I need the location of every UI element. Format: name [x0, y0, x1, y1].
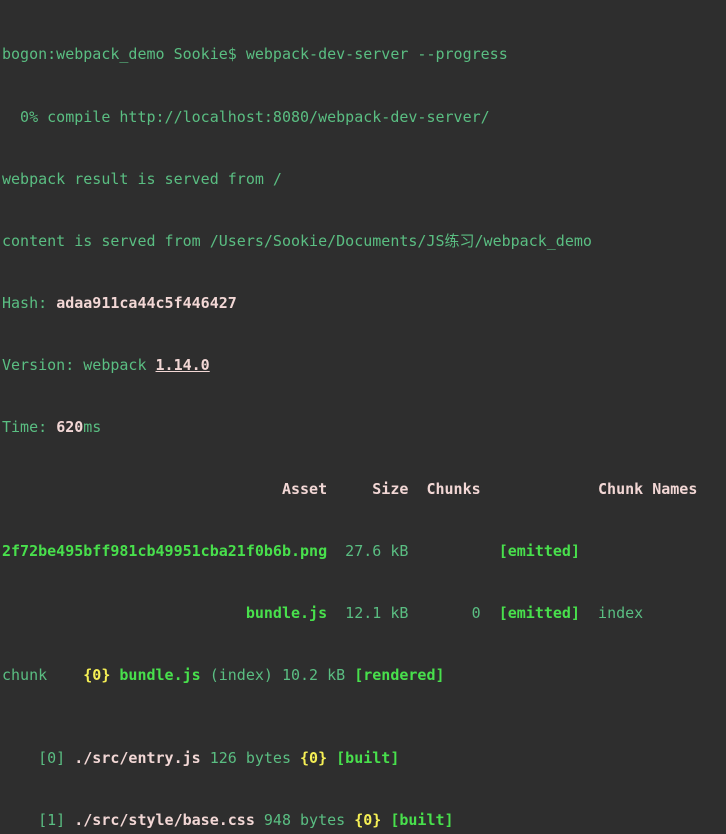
chunk-rendered-tag: [rendered]: [354, 666, 444, 684]
content-served-text: content is served from /Users/Sookie/Doc…: [2, 232, 592, 250]
chunk-bundle-name: bundle.js: [119, 666, 200, 684]
chunk-id-badge: {0}: [83, 666, 110, 684]
asset-bundle-chunk-name: index: [580, 604, 643, 622]
hash-value: adaa911ca44c5f446427: [56, 294, 237, 312]
time-line: Time: 620ms: [2, 417, 726, 438]
time-label: Time:: [2, 418, 56, 436]
asset-bundle-name: bundle.js: [246, 604, 327, 622]
module-row-0: [0] ./src/entry.js 126 bytes {0} [built]: [2, 748, 726, 769]
shell-prompt-line: bogon:webpack_demo Sookie$ webpack-dev-s…: [2, 44, 726, 65]
asset-png-emitted-tag: [emitted]: [499, 542, 580, 560]
asset-png-size: 27.6 kB: [327, 542, 499, 560]
terminal-screen[interactable]: bogon:webpack_demo Sookie$ webpack-dev-s…: [0, 0, 726, 417]
version-value: 1.14.0: [156, 356, 210, 374]
module-built-tag: [built]: [327, 749, 399, 767]
shell-command-text: bogon:webpack_demo Sookie$ webpack-dev-s…: [2, 45, 508, 63]
hash-label: Hash:: [2, 294, 56, 312]
module-path: ./src/style/base.css: [74, 811, 255, 829]
asset-bundle-size-chunk: 12.1 kB 0: [327, 604, 499, 622]
time-value: 620: [56, 418, 83, 436]
module-path: ./src/entry.js: [74, 749, 200, 767]
compile-progress-text: 0% compile http://localhost:8080/webpack…: [2, 108, 490, 126]
module-size: 948 bytes: [255, 811, 354, 829]
chunk-line: chunk {0} bundle.js (index) 10.2 kB [ren…: [2, 665, 726, 686]
module-row-1: [1] ./src/style/base.css 948 bytes {0} […: [2, 810, 726, 831]
asset-png-name: 2f72be495bff981cb49951cba21f0b6b.png: [2, 542, 327, 560]
module-built-tag: [built]: [381, 811, 453, 829]
module-size: 126 bytes: [201, 749, 300, 767]
module-index: [0]: [2, 749, 74, 767]
chunk-detail: (index) 10.2 kB: [201, 666, 355, 684]
chunk-space: [110, 666, 119, 684]
asset-bundle-emitted-tag: [emitted]: [499, 604, 580, 622]
result-served-line: webpack result is served from /: [2, 169, 726, 190]
assets-header-text: Asset Size Chunks Chunk Names: [2, 480, 697, 498]
asset-row-bundle: bundle.js 12.1 kB 0 [emitted] index: [2, 603, 726, 624]
asset-bundle-indent: [2, 604, 246, 622]
hash-line: Hash: adaa911ca44c5f446427: [2, 293, 726, 314]
assets-header-line: Asset Size Chunks Chunk Names: [2, 479, 726, 500]
content-served-line: content is served from /Users/Sookie/Doc…: [2, 231, 726, 252]
module-index: [1]: [2, 811, 74, 829]
chunk-label: chunk: [2, 666, 83, 684]
result-served-text: webpack result is served from /: [2, 170, 282, 188]
version-line: Version: webpack 1.14.0: [2, 355, 726, 376]
asset-row-png: 2f72be495bff981cb49951cba21f0b6b.png 27.…: [2, 541, 726, 562]
compile-progress-line: 0% compile http://localhost:8080/webpack…: [2, 107, 726, 128]
time-unit: ms: [83, 418, 101, 436]
version-label: Version: webpack: [2, 356, 156, 374]
module-chunk-badge: {0}: [354, 811, 381, 829]
module-chunk-badge: {0}: [300, 749, 327, 767]
